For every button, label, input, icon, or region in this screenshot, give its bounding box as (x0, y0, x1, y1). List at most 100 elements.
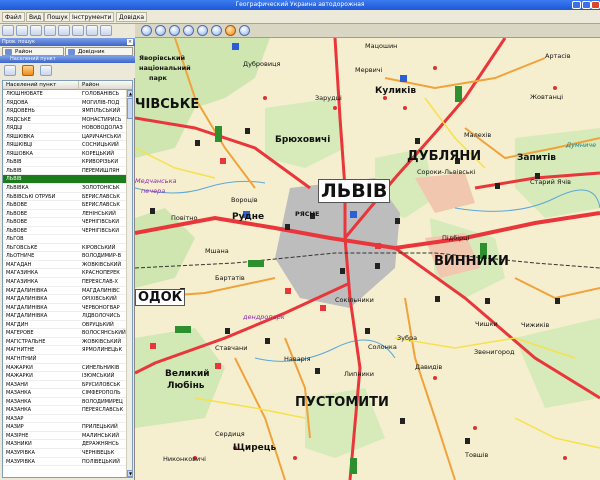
map-label-mshana: Мшана (205, 247, 229, 255)
table-row[interactable]: ЛЬВІВ (3, 175, 126, 185)
panel-close-icon[interactable]: × (127, 39, 133, 45)
cell-settlement: ЛЬВІВ (6, 176, 22, 183)
table-row[interactable]: ЛЯШКІВЦІ СОСНИЦЬКИЙ (3, 141, 126, 150)
table-row[interactable]: МАГАЗИНКА КРАСНОПЕРЕК (3, 269, 126, 279)
table-row[interactable]: МАГДАЛИНІВКА ЛІДВОЛОЧИСЬ (3, 312, 126, 321)
table-row[interactable]: МАЗНИКИ ДЕРАЖНЯНСЬ (3, 440, 126, 449)
table-row[interactable]: ЛЬГОВСЬКЕ КІРОВСЬКИЙ (3, 244, 126, 253)
map-label-gorodok: ОДОК (135, 289, 186, 306)
table-row[interactable]: ЛЬОТНИЧЕ ВОЛОДИМИР-В (3, 252, 126, 261)
table-row[interactable]: ЛЯДОВЕНЬ ЯМПІЛЬСЬКИЙ (3, 107, 126, 116)
table-row[interactable]: МАГДАЛИНІВКА ОРІХІВСЬКИЙ (3, 295, 126, 304)
zoom-all-icon[interactable] (183, 25, 194, 36)
table-row[interactable]: МАГНІТНИЙ (3, 355, 126, 364)
table-row[interactable]: ЛЬВОВЕ ЧЕРНІГІВСЬКИ (3, 218, 126, 227)
scroll-thumb[interactable] (127, 98, 132, 119)
table-row[interactable]: МАЗІРНЕ МАЛИНСЬКИЙ (3, 432, 126, 441)
cell-district: МОГИЛІВ-ПОД (82, 99, 120, 106)
refresh-icon[interactable] (4, 65, 16, 76)
open-icon[interactable] (2, 25, 14, 36)
close-button[interactable] (591, 1, 600, 9)
table-row[interactable]: МАЗИР ПРИЛЕЦЬКИЙ (3, 423, 126, 432)
table-row[interactable]: ЛЯШОВКА КОРЕЦЬКИЙ (3, 150, 126, 159)
table-row[interactable]: МАЖАРКИ СИНЕЛЬНИКІВ (3, 364, 126, 373)
menu-view[interactable]: Вид (26, 12, 45, 22)
zoom-out-icon[interactable] (155, 25, 166, 36)
table-row[interactable]: ЛЯШКІВКА ЦАРИЧАНСЬКИ (3, 133, 126, 142)
table-row[interactable]: МАЖАРКИ ІЗЮМСЬКИЙ (3, 372, 126, 381)
cell-district: ЛІДВОЛОЧИСЬ (82, 313, 121, 320)
menu-search[interactable]: Пошук (44, 12, 71, 22)
menu-tools[interactable]: Інструменти (69, 12, 115, 22)
cell-district: ЧЕРНІГІВСЬКИ (82, 227, 120, 234)
table-row[interactable]: ЛЬВІВСЬКІ ОТРУБИ БЕРИСЛАВСЬК (3, 193, 126, 202)
map-label-dumnyche: Думниче (566, 141, 597, 149)
pan-icon[interactable] (197, 25, 208, 36)
table-row[interactable]: ЛЬВІВ КРИВОРІЗЬКИ (3, 158, 126, 167)
map-label-davydiv: Давидів (415, 363, 443, 371)
eraser-icon[interactable] (100, 25, 112, 36)
measure-icon[interactable] (211, 25, 222, 36)
select-icon[interactable] (225, 25, 236, 36)
print-icon[interactable] (16, 25, 28, 36)
table-row[interactable]: МАГЕРОВЕ ВОЛОСЯНСЬКИЙ (3, 329, 126, 338)
table-row[interactable]: ЛЮШНЮВАТЕ ГОЛОВАНІВСЬ (3, 90, 126, 99)
table-row[interactable]: ЛЯДСЬКЕ МОНАСТИРИСЬ (3, 116, 126, 125)
table-row[interactable]: ЛЬВОВЕ БЕРИСЛАВСЬК (3, 201, 126, 210)
table-row[interactable]: ЛЯДОВА МОГИЛІВ-ПОД (3, 99, 126, 108)
table-row[interactable]: ЛЬВОВЕ ЛЕНІНСЬКИЙ (3, 210, 126, 219)
map-label-tovshiv: Товшів (465, 451, 489, 459)
title-bar: Географический Украина автодорожная (0, 0, 600, 10)
cell-settlement: ЛЮШНЮВАТЕ (6, 91, 43, 97)
eye-toggle-icon[interactable] (22, 65, 34, 76)
menu-help[interactable]: Довідка (116, 12, 148, 22)
maximize-button[interactable] (582, 1, 591, 9)
copy-icon[interactable] (44, 25, 56, 36)
tab-reference[interactable]: Довідник (65, 47, 133, 56)
clear-icon[interactable] (40, 65, 52, 76)
route-icon[interactable] (72, 25, 84, 36)
table-row[interactable]: МАГНИТНЕ ЯРМОЛИНЕЦЬК (3, 346, 126, 355)
cell-settlement: МАГАЗИНКА (6, 279, 38, 286)
scroll-up-icon[interactable]: ▲ (127, 90, 132, 97)
column-settlement[interactable]: Населений пункт (5, 81, 79, 90)
table-row[interactable]: МАЗАР (3, 415, 126, 424)
map-label-bartativ: Бартатів (215, 274, 245, 282)
table-row[interactable]: МАЗАНИ БРУСИЛОВСЬК (3, 381, 126, 390)
cell-settlement: ЛЬВІВ (6, 167, 22, 174)
cell-settlement: МАЖАРКИ (6, 373, 33, 380)
map-view[interactable]: ЛЬВІВ ДУБЛЯНИ ВИННИКИ ПУСТОМИТИ Брюхович… (135, 38, 600, 480)
cell-settlement: ЛЬВОВЕ (6, 219, 28, 226)
table-row[interactable]: ЛЯДЦІ НОВОВОДОЛАЗ (3, 124, 126, 133)
eye-icon[interactable] (86, 25, 98, 36)
table-row[interactable]: МАГДАЛИНІВКА ЧЕРВОНОГВАР (3, 304, 126, 313)
tab-district[interactable]: Район (2, 47, 64, 56)
table-row[interactable]: МАГАЗИНКА ПЕРЕЯСЛАВ-Х (3, 278, 126, 287)
table-icon[interactable] (30, 25, 42, 36)
zoom-in-icon[interactable] (141, 25, 152, 36)
cell-settlement: МАГДАЛИНІВКА (6, 287, 48, 294)
info-icon[interactable] (239, 25, 250, 36)
table-row[interactable]: МАГДИН ОВРУЦЬКИЙ (3, 321, 126, 330)
map-label-velykyi: Великий (165, 369, 210, 379)
cell-settlement: МАГІСТРАЛЬНЕ (6, 338, 46, 345)
table-row[interactable]: ЛЬВОВЕ ЧЕРНІГІВСЬКИ (3, 227, 126, 236)
table-row[interactable]: МАГІСТРАЛЬНЕ ЖОВКІВСЬКИЙ (3, 338, 126, 347)
column-district[interactable]: Район (80, 81, 125, 90)
table-row[interactable]: МАЗУРІВКА ЧЕРНІВЕЦЬК (3, 449, 126, 458)
scroll-down-icon[interactable]: ▼ (127, 470, 132, 477)
table-row[interactable]: МАЗУРІВКА ПОЛІВЕЦЬКИЙ (3, 458, 126, 467)
table-row[interactable]: ЛЬВІВКА ЗОЛОТОНІСЬК (3, 184, 126, 193)
table-row[interactable]: ЛЬГОВ (3, 235, 126, 244)
zoom-region-icon[interactable] (169, 25, 180, 36)
table-row[interactable]: МАЗАНКА ПЕРЕЯСЛАВСЬК (3, 406, 126, 415)
layers-icon[interactable] (58, 25, 70, 36)
table-row[interactable]: МАЗАНКА СІМФЕРОПОЛЬ (3, 389, 126, 398)
table-row[interactable]: ЛЬВІВ ПЕРЕМИШЛЯН (3, 167, 126, 176)
table-row[interactable]: МАЗАНКА ВОЛОДИМИРЕЦ (3, 398, 126, 407)
table-scrollbar[interactable]: ▲ ▼ (126, 90, 132, 477)
table-row[interactable]: МАГДАЛИНІВКА МАГДАЛИНІВС (3, 287, 126, 296)
table-row[interactable]: МАГАДАН ЖОВКІВСЬКИЙ (3, 261, 126, 270)
minimize-button[interactable] (572, 1, 581, 9)
menu-file[interactable]: Файл (2, 12, 25, 22)
